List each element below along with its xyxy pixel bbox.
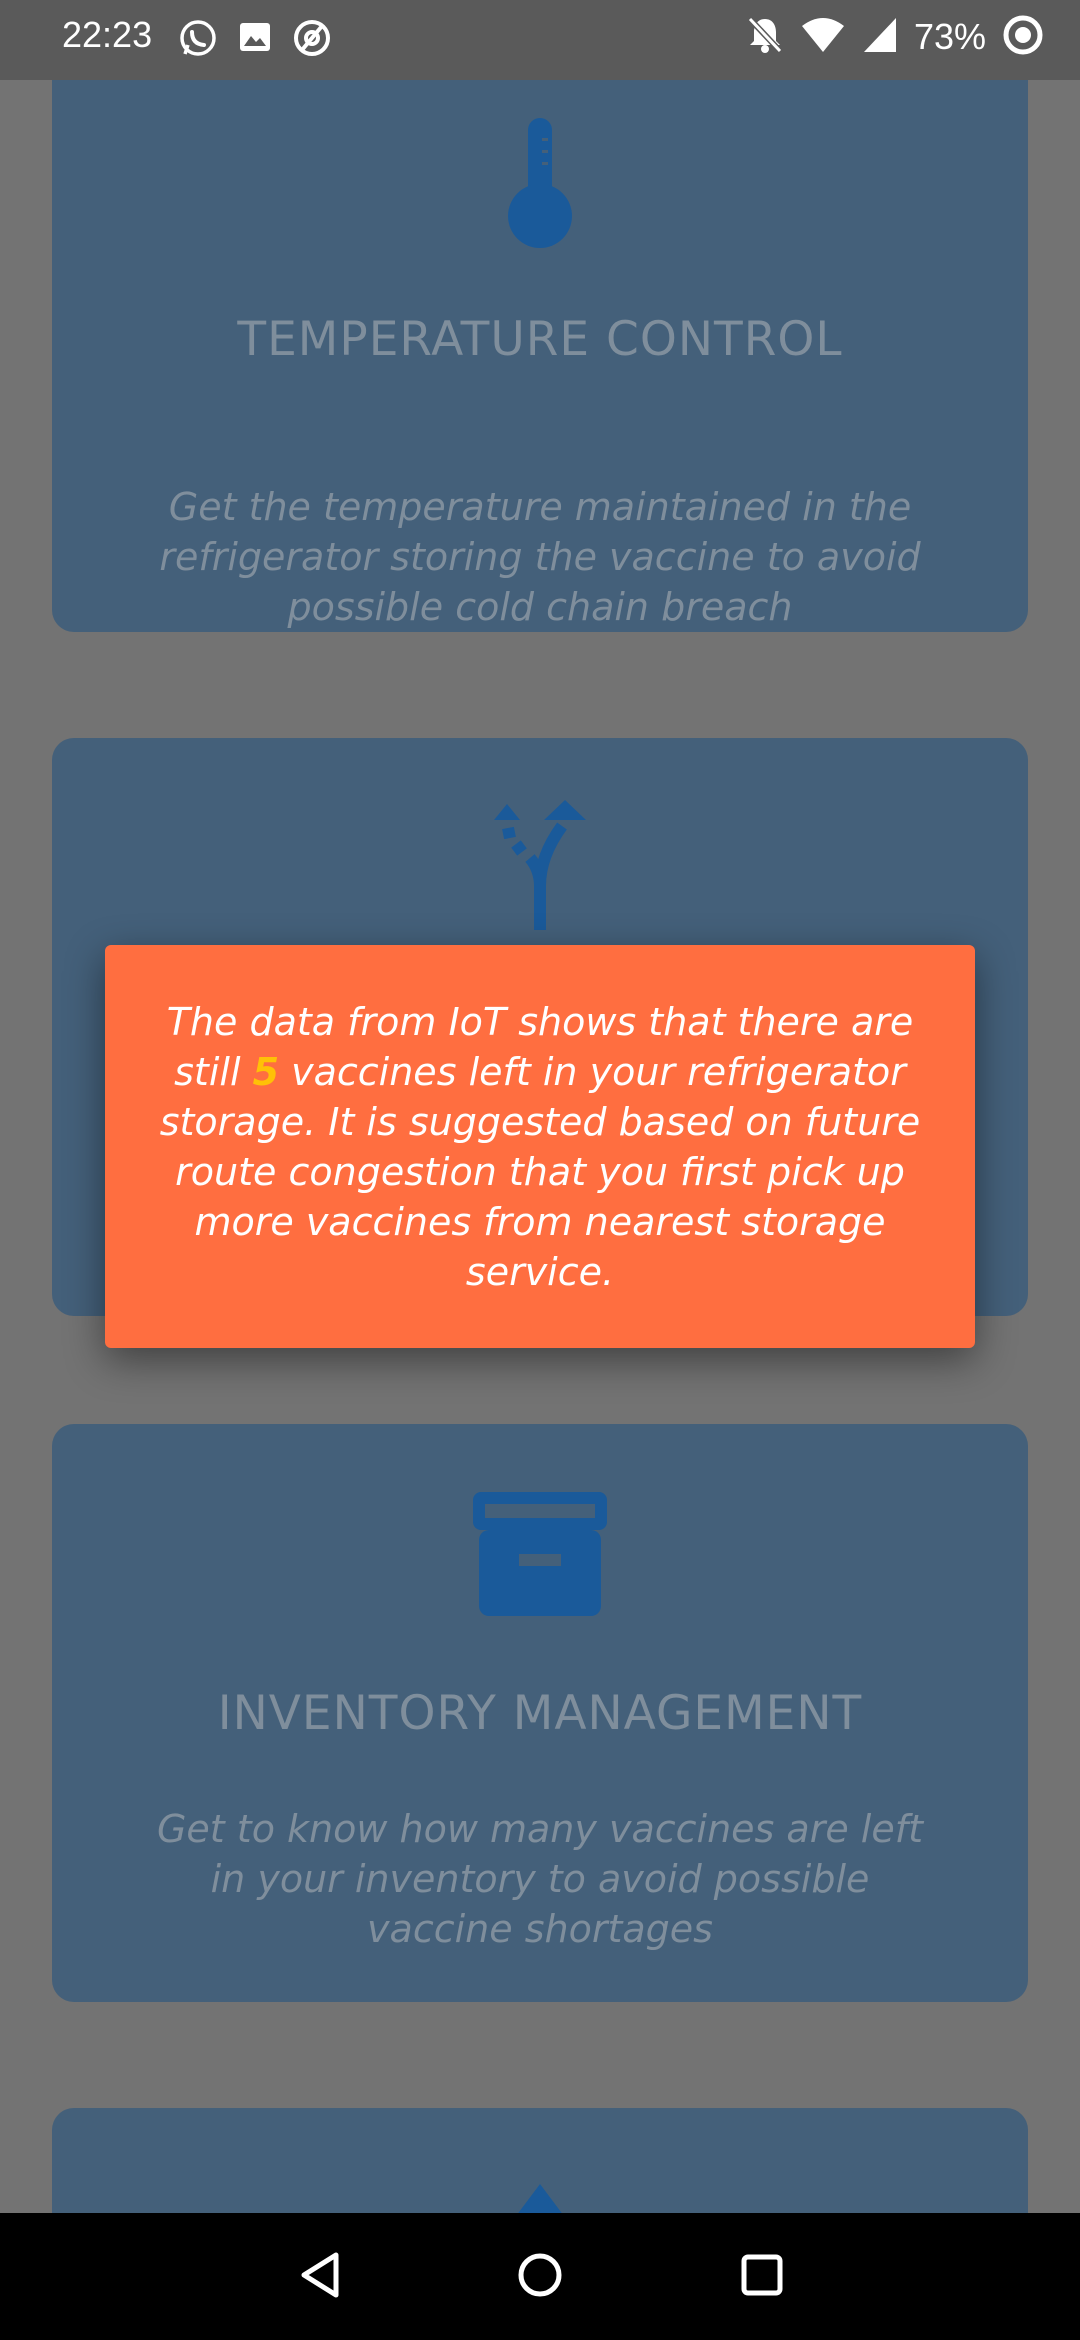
vaccine-count: 5 (252, 1050, 280, 1094)
notifications-off-icon (746, 15, 784, 59)
route-split-icon (482, 800, 598, 936)
inventory-alert-dialog: The data from IoT shows that there are s… (105, 945, 975, 1348)
card-title: TEMPERATURE CONTROL (237, 312, 843, 367)
wifi-icon (800, 16, 846, 58)
card-description: Get the temperature maintained in the re… (159, 485, 921, 629)
recents-button[interactable] (702, 2213, 822, 2340)
card-inventory-management[interactable]: INVENTORY MANAGEMENT Get to know how man… (52, 1424, 1028, 2002)
card-temperature-control[interactable]: TEMPERATURE CONTROL Get the temperature … (52, 54, 1028, 632)
thermometer-icon (505, 116, 575, 252)
cell-signal-icon (862, 16, 898, 58)
battery-ring-icon (1002, 14, 1044, 60)
status-right-icons: 73% (746, 14, 1044, 60)
home-button[interactable] (480, 2213, 600, 2340)
status-left-icons (178, 18, 332, 62)
back-button[interactable] (260, 2213, 380, 2340)
card-description: Get to know how many vaccines are left i… (156, 1807, 923, 1951)
recents-square-icon (740, 2253, 784, 2301)
archive-box-icon (473, 1486, 607, 1624)
whatsapp-icon (178, 18, 218, 62)
card-title: INVENTORY MANAGEMENT (217, 1686, 863, 1741)
at-sign-icon (292, 18, 332, 62)
back-triangle-icon (298, 2251, 342, 2303)
app-screen: 22:23 73% TEMPERATURE CONTROL Get the te… (0, 0, 1080, 2340)
status-time: 22:23 (62, 14, 153, 55)
image-icon (236, 18, 274, 62)
status-bar: 22:23 73% (0, 0, 1080, 80)
home-circle-icon (516, 2251, 564, 2303)
battery-percent: 73% (913, 16, 986, 57)
system-nav-bar (0, 2213, 1080, 2340)
